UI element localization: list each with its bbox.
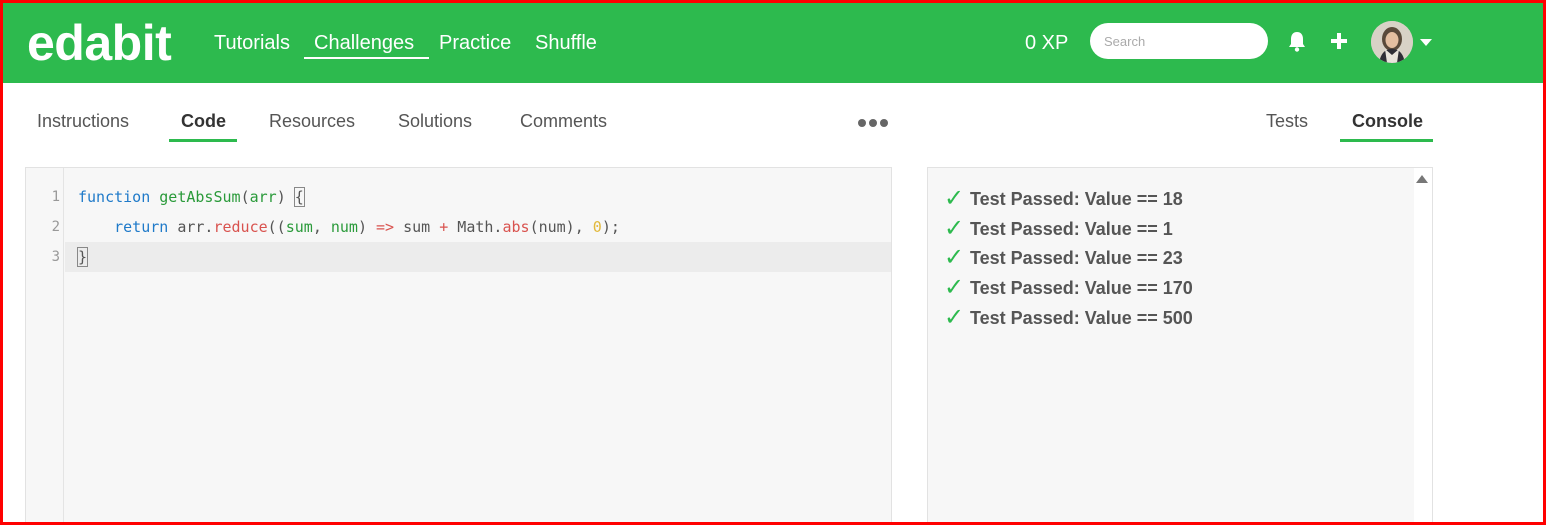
scrollbar[interactable] <box>1414 168 1432 522</box>
test-result: ✓ Test Passed: Value == 500 <box>944 304 1193 332</box>
tab-comments[interactable]: Comments <box>520 108 607 134</box>
nav-challenges[interactable]: Challenges <box>314 29 414 57</box>
check-icon: ✓ <box>944 185 965 212</box>
test-result: ✓ Test Passed: Value == 18 <box>944 185 1183 213</box>
plus-icon[interactable] <box>1325 27 1353 55</box>
tab-instructions[interactable]: Instructions <box>37 108 129 134</box>
chevron-down-icon[interactable] <box>1420 39 1432 46</box>
check-icon: ✓ <box>944 274 965 301</box>
test-result: ✓ Test Passed: Value == 1 <box>944 215 1173 243</box>
test-result-text: Test Passed: Value == 23 <box>970 248 1183 268</box>
nav-tutorials[interactable]: Tutorials <box>214 29 290 57</box>
line-number: 1 <box>51 189 60 205</box>
nav-practice[interactable]: Practice <box>439 29 511 57</box>
test-result-text: Test Passed: Value == 500 <box>970 308 1193 328</box>
app-window: edabit Tutorials Challenges Practice Shu… <box>0 0 1546 525</box>
test-result-text: Test Passed: Value == 1 <box>970 219 1173 239</box>
tab-resources[interactable]: Resources <box>269 108 355 134</box>
test-result-text: Test Passed: Value == 18 <box>970 189 1183 209</box>
nav-active-underline <box>304 57 429 59</box>
logo[interactable]: edabit <box>27 15 172 71</box>
bell-icon[interactable] <box>1283 27 1311 55</box>
check-icon: ✓ <box>944 215 965 242</box>
test-result: ✓ Test Passed: Value == 170 <box>944 274 1193 302</box>
line-gutter: 1 2 3 <box>26 168 64 522</box>
code-line[interactable]: } <box>76 242 89 272</box>
code-editor[interactable]: 1 2 3 function getAbsSum(arr) { return a… <box>25 167 892 522</box>
tab-console-underline <box>1340 139 1433 142</box>
tab-solutions[interactable]: Solutions <box>398 108 472 134</box>
top-navbar: edabit Tutorials Challenges Practice Shu… <box>3 3 1543 83</box>
tab-code-underline <box>169 139 237 142</box>
test-result: ✓ Test Passed: Value == 23 <box>944 244 1183 272</box>
line-number: 3 <box>51 249 60 265</box>
scroll-up-arrow-icon[interactable] <box>1416 175 1428 183</box>
more-dots-icon[interactable] <box>858 119 888 127</box>
tab-tests[interactable]: Tests <box>1266 108 1308 134</box>
xp-counter: 0 XP <box>1025 32 1069 54</box>
search-input[interactable] <box>1090 23 1268 59</box>
avatar[interactable] <box>1371 21 1413 63</box>
tab-console[interactable]: Console <box>1352 108 1423 134</box>
test-result-text: Test Passed: Value == 170 <box>970 278 1193 298</box>
code-line[interactable]: return arr.reduce((sum, num) => sum + Ma… <box>78 212 620 242</box>
check-icon: ✓ <box>944 304 965 331</box>
tab-code[interactable]: Code <box>181 108 226 134</box>
line-number: 2 <box>51 219 60 235</box>
active-line-highlight <box>65 242 891 272</box>
check-icon: ✓ <box>944 244 965 271</box>
code-line[interactable]: function getAbsSum(arr) { <box>78 182 305 212</box>
nav-shuffle[interactable]: Shuffle <box>535 29 597 57</box>
console-panel: ✓ Test Passed: Value == 18 ✓ Test Passed… <box>927 167 1433 522</box>
